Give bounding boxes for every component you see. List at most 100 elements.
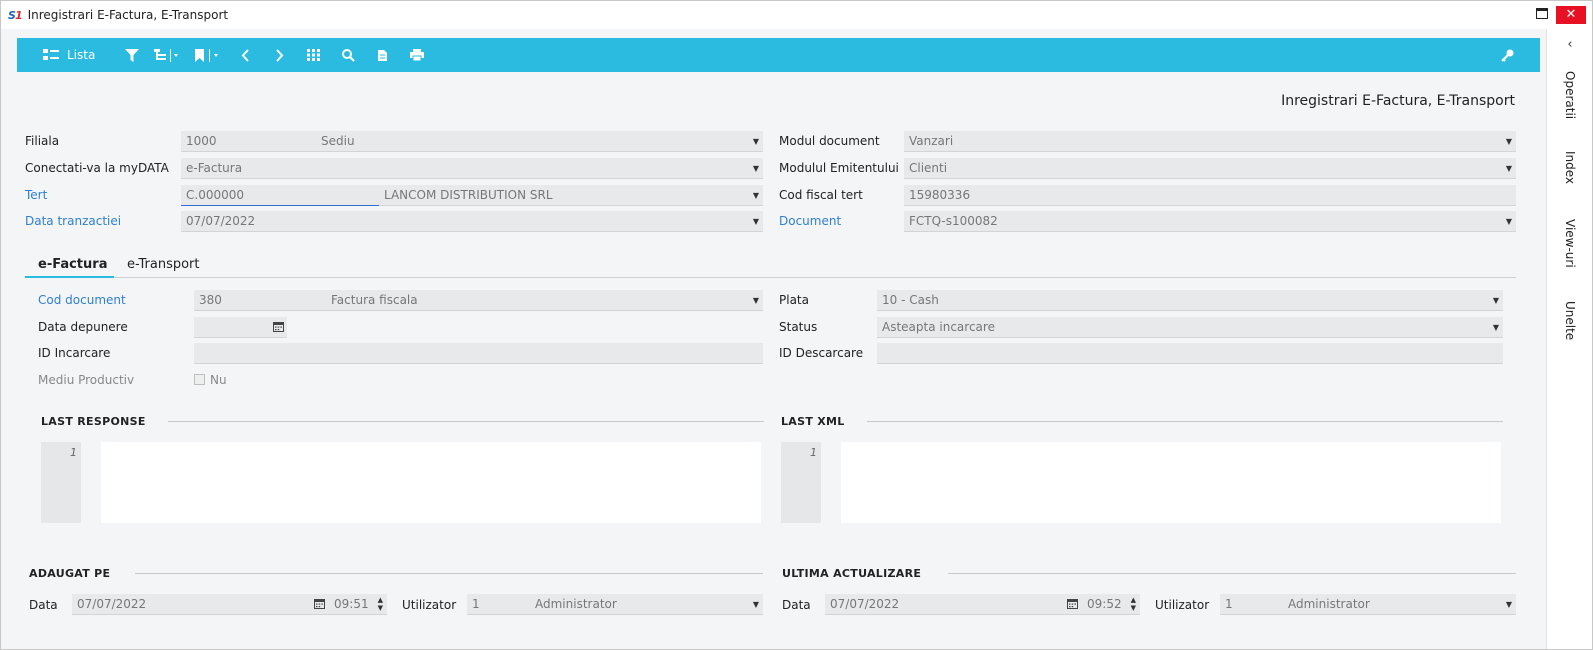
- dropdown-arrow-icon: ▼: [1505, 137, 1512, 146]
- dropdown-arrow-icon: ▼: [1505, 600, 1512, 609]
- adaugat-time-field[interactable]: 09:51 ▲ ▼: [329, 594, 387, 615]
- lista-button[interactable]: Lista: [43, 38, 95, 72]
- dropdown-arrow-icon: ▼: [1505, 164, 1512, 173]
- ultima-user-code: 1: [1225, 597, 1233, 611]
- tert-name: LANCOM DISTRIBUTION SRL: [384, 188, 553, 202]
- sidebar-tab-view-uri[interactable]: View-uri: [1553, 219, 1587, 268]
- ultima-date-field[interactable]: 07/07/2022: [825, 594, 1082, 615]
- cod-fiscal-field[interactable]: 15980336: [904, 185, 1516, 206]
- id-incarcare-field[interactable]: [194, 343, 763, 364]
- status-select[interactable]: Asteapta incarcare ▼: [877, 317, 1503, 338]
- adaugat-user-select[interactable]: 1 Administrator ▼: [467, 594, 763, 615]
- print-icon: [410, 49, 424, 61]
- next-icon: [276, 48, 284, 62]
- page-title: Inregistrari E-Factura, E-Transport: [1281, 93, 1515, 109]
- bookmark-button[interactable]: [195, 38, 219, 72]
- previous-button[interactable]: [241, 38, 250, 72]
- time-up-icon[interactable]: ▲: [378, 597, 383, 604]
- active-tab-indicator: [25, 276, 114, 278]
- filiala-code: 1000: [186, 134, 217, 148]
- app-window: S1 Inregistrari E-Factura, E-Transport ✕…: [0, 0, 1593, 650]
- last-xml-title: LAST XML: [781, 415, 845, 428]
- data-depunere-field[interactable]: [194, 317, 287, 338]
- filiala-name: Sediu: [321, 134, 355, 148]
- lista-label: Lista: [67, 48, 96, 62]
- key-icon: [1501, 49, 1514, 62]
- modul-emitent-label: Modulul Emitentului: [779, 161, 899, 175]
- mediu-productiv-value: Nu: [210, 373, 227, 387]
- data-tranzactiei-value: 07/07/2022: [186, 214, 256, 228]
- last-xml-editor[interactable]: [841, 442, 1501, 523]
- key-button[interactable]: [1501, 38, 1514, 72]
- tab-e-factura[interactable]: e-Factura: [38, 257, 107, 272]
- ultima-time-field[interactable]: 09:52 ▲ ▼: [1082, 594, 1140, 615]
- app-logo: S1: [8, 8, 23, 22]
- mediu-productiv-checkbox[interactable]: [194, 374, 205, 385]
- print-button[interactable]: [410, 38, 424, 72]
- ultima-date-value: 07/07/2022: [830, 597, 900, 611]
- modul-document-select[interactable]: Vanzari ▼: [904, 131, 1516, 152]
- id-descarcare-label: ID Descarcare: [779, 346, 864, 360]
- attach-button[interactable]: [377, 38, 388, 72]
- prev-icon: [241, 48, 249, 62]
- tert-code: C.000000: [186, 188, 245, 202]
- sidebar-tab-index[interactable]: Index: [1553, 151, 1587, 184]
- modul-emitent-select[interactable]: Clienti ▼: [904, 158, 1516, 179]
- data-tranzactiei-label[interactable]: Data tranzactiei: [25, 214, 121, 228]
- dropdown-arrow-icon: ▼: [752, 164, 759, 173]
- filiala-select[interactable]: 1000 Sediu ▼: [181, 131, 763, 152]
- line-number: 1: [810, 446, 817, 459]
- modul-document-value: Vanzari: [909, 134, 954, 148]
- logo-number: 1: [14, 8, 23, 22]
- calendar-icon[interactable]: [314, 598, 325, 609]
- modul-document-label: Modul document: [779, 134, 880, 148]
- ultima-date-label: Data: [782, 598, 811, 612]
- next-button[interactable]: [275, 38, 284, 72]
- time-up-icon[interactable]: ▲: [1131, 597, 1136, 604]
- section-divider: [948, 573, 1516, 574]
- dropdown-arrow-icon: ▼: [752, 217, 759, 226]
- cod-document-name: Factura fiscala: [331, 293, 418, 307]
- sidebar-tab-unelte[interactable]: Unelte: [1553, 301, 1587, 340]
- adaugat-date-value: 07/07/2022: [77, 597, 147, 611]
- plata-value: 10 - Cash: [882, 293, 939, 307]
- id-descarcare-field[interactable]: [877, 343, 1503, 364]
- maximize-icon[interactable]: [1536, 8, 1548, 19]
- last-response-editor[interactable]: [101, 442, 761, 523]
- sidebar-collapse-icon[interactable]: ‹: [1547, 37, 1593, 52]
- document-select[interactable]: FCTQ-s100082 ▼: [904, 211, 1516, 232]
- plata-select[interactable]: 10 - Cash ▼: [877, 290, 1503, 311]
- document-label[interactable]: Document: [779, 214, 841, 228]
- tert-label[interactable]: Tert: [25, 188, 47, 202]
- conectati-select[interactable]: e-Factura ▼: [181, 158, 763, 179]
- tabs-divider: [25, 277, 1516, 278]
- filter-button[interactable]: [125, 38, 139, 72]
- logo-letter: S: [8, 8, 16, 22]
- tree-button[interactable]: [154, 38, 178, 72]
- conectati-value: e-Factura: [186, 161, 243, 175]
- tert-select[interactable]: C.000000 LANCOM DISTRIBUTION SRL ▼: [181, 185, 763, 206]
- ultima-user-select[interactable]: 1 Administrator ▼: [1220, 594, 1516, 615]
- document-value: FCTQ-s100082: [909, 214, 998, 228]
- tab-e-transport[interactable]: e-Transport: [127, 257, 200, 272]
- adaugat-date-field[interactable]: 07/07/2022: [72, 594, 329, 615]
- grid-button[interactable]: [307, 38, 320, 72]
- data-tranzactiei-select[interactable]: 07/07/2022 ▼: [181, 211, 763, 232]
- adaugat-user-code: 1: [472, 597, 480, 611]
- close-button[interactable]: ✕: [1556, 6, 1586, 24]
- cod-document-label[interactable]: Cod document: [38, 293, 126, 307]
- calendar-icon[interactable]: [1067, 598, 1078, 609]
- plata-label: Plata: [779, 293, 809, 307]
- cod-document-select[interactable]: 380 Factura fiscala ▼: [194, 290, 763, 311]
- sidebar-tab-label: View-uri: [1563, 219, 1577, 268]
- time-down-icon[interactable]: ▼: [1131, 605, 1136, 612]
- sidebar-tab-operatii[interactable]: Operatii: [1553, 71, 1587, 119]
- ultima-user-name: Administrator: [1288, 597, 1370, 611]
- dropdown-arrow-icon: ▼: [752, 296, 759, 305]
- dropdown-arrow-icon: ▼: [752, 600, 759, 609]
- calendar-icon[interactable]: [273, 321, 284, 332]
- filiala-label: Filiala: [25, 134, 60, 148]
- modul-emitent-value: Clienti: [909, 161, 948, 175]
- time-down-icon[interactable]: ▼: [378, 605, 383, 612]
- zoom-button[interactable]: [342, 38, 355, 72]
